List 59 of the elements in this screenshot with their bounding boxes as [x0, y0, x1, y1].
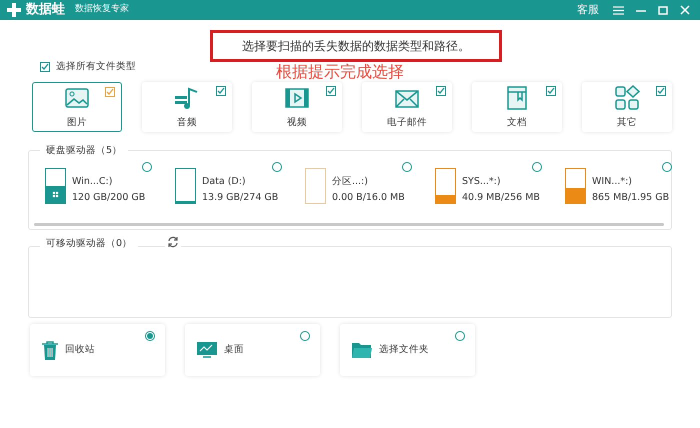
file-type-card[interactable]: 视频	[252, 82, 342, 132]
radio-button[interactable]	[145, 331, 155, 341]
checkbox-label: 选择所有文件类型	[56, 60, 136, 74]
support-button[interactable]: 客服	[577, 2, 599, 18]
location-card[interactable]: 回收站	[30, 324, 165, 376]
checkbox[interactable]	[105, 87, 115, 97]
file-type-card[interactable]: 文档	[472, 82, 562, 132]
radio-button[interactable]	[300, 331, 310, 341]
location-label: 选择文件夹	[379, 342, 429, 357]
checkbox[interactable]	[216, 86, 226, 96]
logo-icon	[52, 191, 59, 198]
checkbox[interactable]	[436, 86, 446, 96]
app-subtitle: 数据恢复专家	[75, 3, 129, 16]
shapes-icon	[613, 84, 641, 112]
location-label: 回收站	[65, 342, 95, 357]
file-type-label: 文档	[507, 116, 527, 130]
folder-icon	[351, 341, 373, 359]
file-type-card[interactable]: 电子邮件	[362, 82, 452, 132]
file-type-label: 电子邮件	[387, 116, 427, 130]
drive-name: 分区...:)	[332, 174, 369, 189]
trash-icon	[41, 340, 59, 360]
file-type-card[interactable]: 音频	[142, 82, 232, 132]
file-type-card[interactable]: 图片	[32, 82, 122, 132]
drive-name: WIN...*:)	[592, 174, 634, 189]
drive-name: Data (D:)	[202, 174, 247, 189]
radio-button[interactable]	[142, 162, 152, 172]
menu-icon[interactable]	[613, 6, 624, 14]
close-icon[interactable]	[680, 5, 690, 15]
radio-button[interactable]	[272, 162, 282, 172]
maximize-icon[interactable]	[658, 6, 668, 14]
drive-name: SYS...*:)	[462, 174, 502, 189]
drive-size: 13.9 GB/274 GB	[202, 191, 278, 205]
file-type-label: 视频	[287, 116, 307, 130]
location-card[interactable]: 选择文件夹	[340, 324, 475, 376]
checkbox[interactable]	[546, 86, 556, 96]
logo-icon	[6, 2, 22, 18]
file-type-label: 图片	[67, 116, 87, 130]
annotation-text: 根据提示完成选择	[276, 64, 404, 80]
checkbox[interactable]	[40, 62, 50, 72]
checkbox[interactable]	[326, 86, 336, 96]
file-type-card[interactable]: 其它	[582, 82, 672, 132]
drive-size: 120 GB/200 GB	[72, 191, 146, 205]
location-label: 桌面	[224, 342, 244, 357]
drive-name: Win...C:)	[72, 174, 114, 189]
file-type-label: 音频	[177, 116, 197, 130]
location-card[interactable]: 桌面	[185, 324, 320, 376]
drive-size: 865 MB/1.95 GB	[592, 191, 670, 205]
file-type-label: 其它	[617, 116, 637, 130]
radio-button[interactable]	[455, 331, 465, 341]
instruction-text: 选择要扫描的丢失数据的数据类型和路径。	[210, 30, 502, 62]
drive-size: 40.9 MB/256 MB	[462, 191, 540, 205]
monitor-icon	[196, 341, 218, 359]
radio-button[interactable]	[662, 162, 672, 172]
radio-button[interactable]	[402, 162, 412, 172]
app-name: 数据蛙	[26, 1, 65, 20]
radio-button[interactable]	[532, 162, 542, 172]
drive-size: 0.00 B/16.0 MB	[332, 191, 405, 205]
scroll-bar[interactable]	[34, 223, 664, 226]
checkbox[interactable]	[656, 86, 666, 96]
